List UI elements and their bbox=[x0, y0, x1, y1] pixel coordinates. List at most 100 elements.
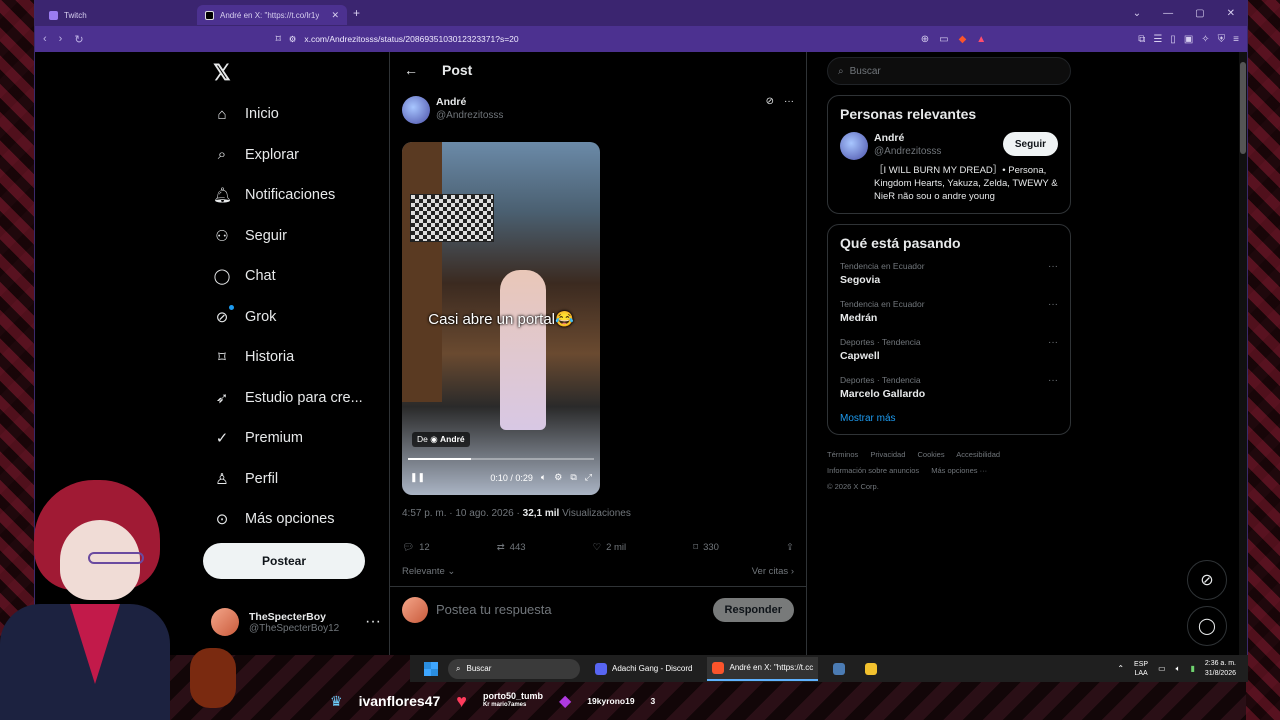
trend-item[interactable]: Tendencia en Ecuador Segovia ··· bbox=[840, 261, 1058, 286]
bookmark-button[interactable]: ⌑ 330 bbox=[693, 542, 719, 553]
extensions-icon[interactable]: ⧉ bbox=[1138, 34, 1145, 45]
video-progress-bar[interactable] bbox=[408, 458, 594, 460]
footer-link[interactable]: Información sobre anuncios bbox=[827, 466, 919, 475]
chevron-up-icon[interactable]: ⌃ bbox=[1117, 664, 1124, 673]
trend-item[interactable]: Tendencia en Ecuador Medrán ··· bbox=[840, 299, 1058, 324]
avatar[interactable] bbox=[402, 96, 430, 124]
pip-icon[interactable]: ⧉ bbox=[570, 472, 576, 483]
close-window-button[interactable]: ✕ bbox=[1227, 8, 1235, 19]
more-icon[interactable]: ··· bbox=[365, 613, 381, 631]
nav-home[interactable]: ⌂ Inicio bbox=[203, 94, 363, 135]
reply-input[interactable]: Postea tu respuesta bbox=[436, 602, 552, 617]
reading-list-icon[interactable]: ☰ bbox=[1153, 34, 1162, 45]
windows-start-icon[interactable] bbox=[424, 661, 438, 676]
reload-button[interactable]: ↻ bbox=[74, 33, 83, 46]
nav-premium[interactable]: ✓ Premium bbox=[203, 418, 363, 459]
fullscreen-icon[interactable]: ⤢ bbox=[585, 472, 592, 483]
footer-link[interactable]: Privacidad bbox=[870, 450, 905, 459]
url-field[interactable]: ⌑ ⚙ x.com/Andrezitosss/status/2086935103… bbox=[276, 34, 519, 45]
new-tab-button[interactable]: + bbox=[353, 6, 360, 20]
taskbar-app-brave[interactable]: André en X: "https://t.cc bbox=[707, 656, 819, 681]
taskbar-app-explorer[interactable] bbox=[860, 657, 882, 681]
site-info-icon[interactable]: ⚙ bbox=[289, 34, 297, 45]
network-icon[interactable]: ▭ bbox=[1158, 664, 1166, 673]
show-more-link[interactable]: Mostrar más bbox=[840, 413, 1058, 424]
cast-icon[interactable]: ▭ bbox=[939, 34, 948, 45]
taskbar-search[interactable]: ⌕ Buscar bbox=[448, 658, 580, 679]
volume-icon[interactable]: 🔈︎ bbox=[541, 472, 546, 483]
maximize-button[interactable]: ▢ bbox=[1195, 8, 1204, 19]
wallet-icon[interactable]: ▣ bbox=[1184, 34, 1193, 45]
nav-chat[interactable]: ◯ Chat bbox=[203, 256, 363, 297]
author-name[interactable]: André bbox=[436, 96, 503, 108]
brave-rewards-icon[interactable]: ▲ bbox=[976, 34, 986, 45]
grok-fab-button[interactable]: ⊘ bbox=[1187, 560, 1227, 600]
tab-x-post[interactable]: André en X: "https://t.co/lr1y ✕ bbox=[197, 5, 347, 25]
more-icon[interactable]: ··· bbox=[1048, 337, 1058, 362]
trend-item[interactable]: Deportes · Tendencia Capwell ··· bbox=[840, 337, 1058, 362]
zoom-icon[interactable]: ⊕ bbox=[921, 34, 929, 45]
menu-icon[interactable]: ≡ bbox=[1233, 34, 1239, 45]
nav-follow[interactable]: ⚇ Seguir bbox=[203, 216, 363, 257]
vpn-icon[interactable]: ⛨ bbox=[1218, 34, 1226, 45]
brave-shield-icon[interactable]: ◆ bbox=[959, 34, 967, 45]
more-icon[interactable]: ··· bbox=[784, 96, 794, 124]
post-timestamp[interactable]: 4:57 p. m. · 10 ago. 2026 · bbox=[402, 508, 523, 519]
nav-creator-studio[interactable]: ➶ Estudio para cre... bbox=[203, 378, 363, 419]
video-source-badge[interactable]: De ◉ André bbox=[412, 432, 470, 447]
chevron-down-icon[interactable]: ⌄ bbox=[1133, 8, 1141, 19]
taskbar-app-steam[interactable] bbox=[828, 657, 850, 681]
minimize-button[interactable]: — bbox=[1163, 8, 1173, 19]
footer-link[interactable]: Más opciones ··· bbox=[931, 466, 987, 475]
search-input[interactable]: ⌕ Buscar bbox=[827, 57, 1071, 85]
reply-button[interactable]: 💬︎ 12 bbox=[402, 542, 430, 553]
scrollbar[interactable] bbox=[1239, 52, 1247, 655]
account-switcher[interactable]: TheSpecterBoy @TheSpecterBoy12 ··· bbox=[211, 608, 381, 636]
grok-icon[interactable]: ⊘ bbox=[766, 96, 774, 124]
post-button[interactable]: Postear bbox=[203, 543, 365, 579]
scrollbar-thumb[interactable] bbox=[1240, 62, 1246, 154]
repost-button[interactable]: ⇄ 443 bbox=[497, 542, 526, 553]
nav-notifications[interactable]: 🔔︎ Notificaciones bbox=[203, 175, 363, 216]
nav-grok[interactable]: ⊘ Grok bbox=[203, 297, 363, 338]
footer-link[interactable]: Accesibilidad bbox=[956, 450, 1000, 459]
author-handle[interactable]: @Andrezitosss bbox=[436, 110, 503, 121]
nav-explore[interactable]: ⌕ Explorar bbox=[203, 135, 363, 176]
bookmark-icon[interactable]: ⌑ bbox=[276, 34, 281, 45]
tab-twitch[interactable]: Twitch bbox=[41, 5, 197, 25]
settings-icon[interactable]: ⚙ bbox=[554, 472, 562, 483]
x-logo-icon[interactable]: 𝕏 bbox=[213, 60, 231, 86]
taskbar-app-discord[interactable]: Adachi Gang - Discord bbox=[590, 657, 697, 681]
pause-icon[interactable]: ❚❚ bbox=[410, 472, 425, 483]
close-tab-icon[interactable]: ✕ bbox=[331, 10, 339, 21]
back-button[interactable]: ‹ bbox=[43, 33, 47, 45]
volume-icon[interactable]: 🔈︎ bbox=[1176, 664, 1181, 674]
forward-button[interactable]: › bbox=[59, 33, 63, 45]
leo-icon[interactable]: ✧ bbox=[1201, 34, 1209, 45]
messages-fab-button[interactable]: ◯ bbox=[1187, 606, 1227, 646]
quotes-link[interactable]: Ver citas › bbox=[752, 566, 794, 577]
share-button[interactable]: ⇪ bbox=[786, 542, 794, 553]
more-icon[interactable]: ··· bbox=[1048, 261, 1058, 286]
sidebar-icon[interactable]: ▯ bbox=[1170, 34, 1176, 45]
sort-dropdown[interactable]: Relevante ⌄ bbox=[402, 566, 455, 577]
search-icon: ⌕ bbox=[456, 663, 461, 673]
nav-history[interactable]: ⌑ Historia bbox=[203, 337, 363, 378]
footer-link[interactable]: Cookies bbox=[917, 450, 944, 459]
follow-button[interactable]: Seguir bbox=[1002, 132, 1058, 156]
footer-link[interactable]: Términos bbox=[827, 450, 858, 459]
back-arrow-icon[interactable]: ← bbox=[404, 62, 418, 78]
trend-item[interactable]: Deportes · Tendencia Marcelo Gallardo ··· bbox=[840, 375, 1058, 400]
reply-submit-button[interactable]: Responder bbox=[712, 597, 794, 622]
nav-more[interactable]: ⊙ Más opciones bbox=[203, 499, 363, 540]
clock[interactable]: 2:36 a. m. 31/8/2026 bbox=[1205, 659, 1236, 679]
more-icon[interactable]: ··· bbox=[1048, 375, 1058, 400]
more-icon[interactable]: ··· bbox=[1048, 299, 1058, 324]
like-button[interactable]: ♡ 2 mil bbox=[593, 542, 627, 553]
language-indicator[interactable]: ESP LAA bbox=[1134, 660, 1148, 678]
battery-icon[interactable]: ▮ bbox=[1190, 664, 1194, 673]
nav-profile[interactable]: ♙ Perfil bbox=[203, 459, 363, 500]
relevant-person[interactable]: André @Andrezitosss Seguir bbox=[840, 132, 1058, 160]
video-player[interactable]: Casi abre un portal😂 De ◉ André ❚❚ 0:10 … bbox=[402, 142, 600, 495]
stream-alerts-bar: ♛ ivanflores47 ♥ porto50_tumb Kr mario7a… bbox=[330, 684, 750, 718]
